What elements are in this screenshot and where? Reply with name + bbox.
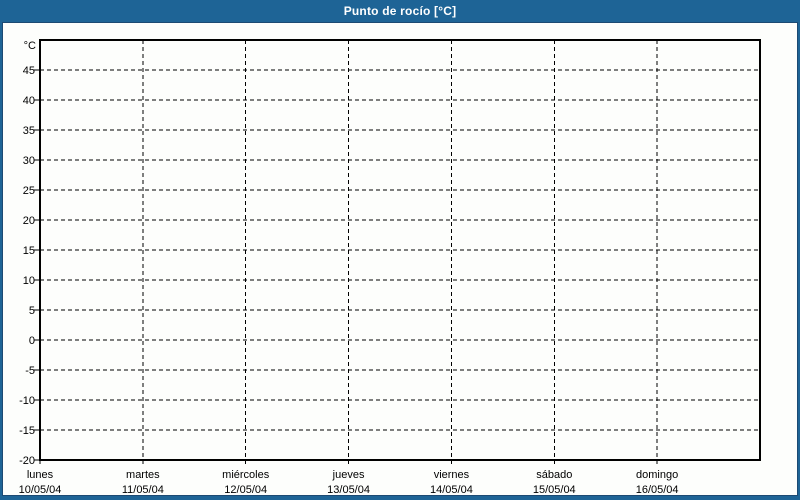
y-tick-label: 40 xyxy=(23,95,35,107)
y-tick-label: 5 xyxy=(29,305,35,317)
y-tick-label: -10 xyxy=(19,395,35,407)
y-axis-unit-label: °C xyxy=(24,40,36,52)
y-tick-label: 10 xyxy=(23,275,35,287)
chart-titlebar: Punto de rocío [°C] xyxy=(2,0,798,22)
y-tick-label: 45 xyxy=(23,65,35,77)
y-tick-label: 0 xyxy=(29,335,35,347)
x-day-label: domingo xyxy=(636,469,678,481)
x-date-label: 13/05/04 xyxy=(327,484,370,495)
y-tick-label: 35 xyxy=(23,125,35,137)
x-date-label: 15/05/04 xyxy=(533,484,576,495)
chart-surface: 45 40 35 30 25 20 15 10 5 0 -5 -10 -15 -20 °C lunes 10/0… xyxy=(2,22,798,496)
x-day-label: jueves xyxy=(332,469,365,481)
y-tick-label: -20 xyxy=(19,455,35,467)
x-day-label: viernes xyxy=(434,469,470,481)
y-tick-label: -15 xyxy=(19,425,35,437)
x-day-label: miércoles xyxy=(222,469,270,481)
x-date-label: 16/05/04 xyxy=(636,484,679,495)
x-date-label: 14/05/04 xyxy=(430,484,473,495)
x-date-label: 11/05/04 xyxy=(122,484,164,495)
x-day-label: martes xyxy=(126,469,160,481)
y-tick-label: -5 xyxy=(25,365,35,377)
chart-window: Punto de rocío [°C] 45 40 35 30 25 20 15 10 5 0 -5… xyxy=(0,0,800,500)
x-date-label: 12/05/04 xyxy=(224,484,267,495)
y-tick-label: 30 xyxy=(23,155,35,167)
x-day-label: lunes xyxy=(27,469,54,481)
dew-point-plot: 45 40 35 30 25 20 15 10 5 0 -5 -10 -15 -20 °C lunes 10/0… xyxy=(19,39,761,495)
y-tick-label: 15 xyxy=(23,245,35,257)
chart-title: Punto de rocío [°C] xyxy=(343,4,457,18)
y-tick-label: 25 xyxy=(23,185,35,197)
x-day-label: sábado xyxy=(536,469,572,481)
x-date-label: 10/05/04 xyxy=(19,484,62,495)
y-tick-label: 20 xyxy=(23,215,35,227)
